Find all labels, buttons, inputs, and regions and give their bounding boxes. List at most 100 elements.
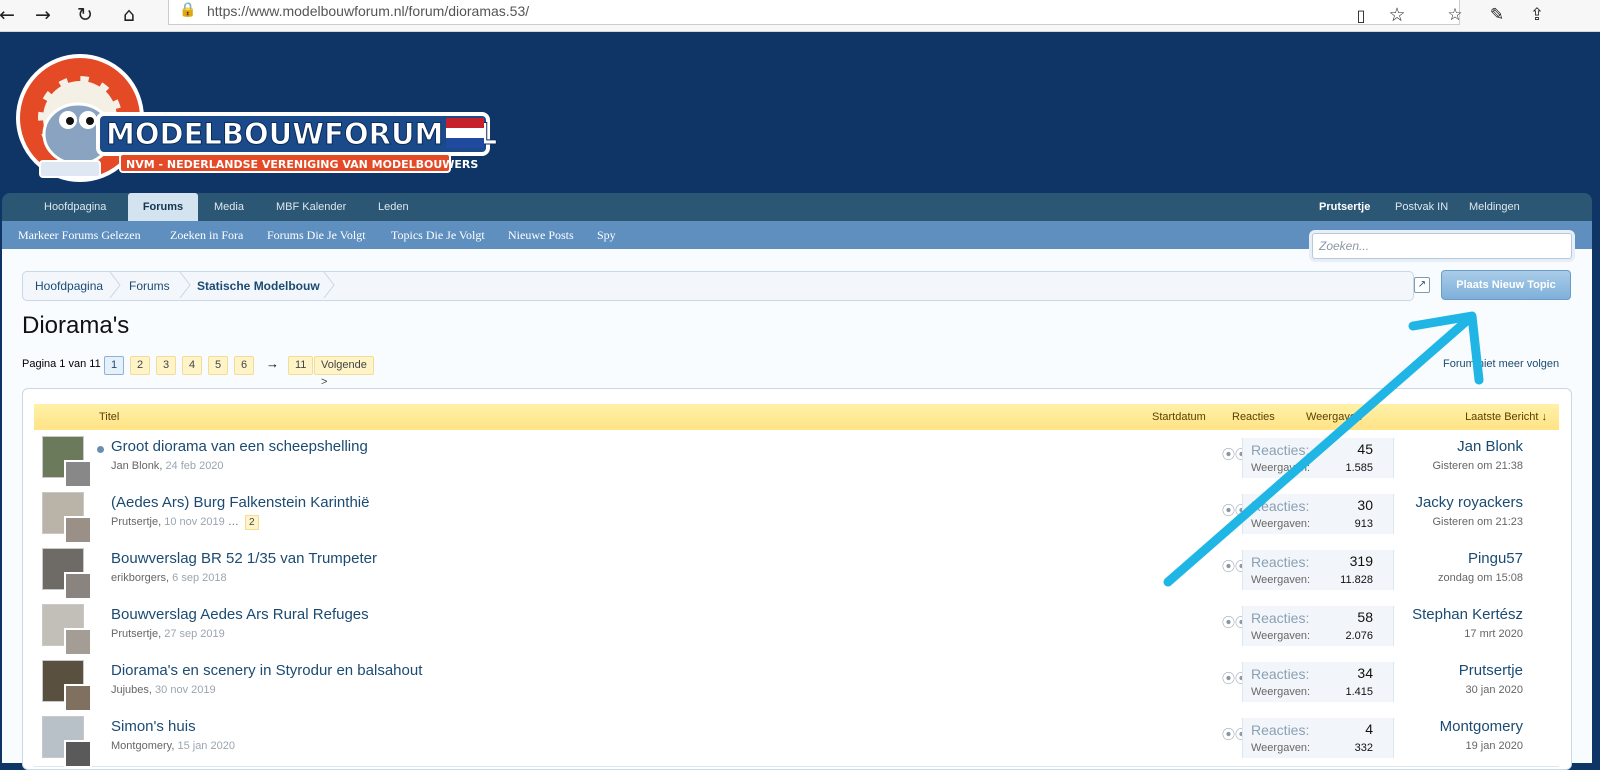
thread-meta: Jan Blonk, 24 feb 2020 bbox=[111, 460, 224, 472]
thread-stats: Reacties: 30 Weergaven: 913 bbox=[1242, 494, 1394, 534]
page-button-current[interactable]: 1 bbox=[104, 356, 125, 375]
breadcrumb-forums[interactable]: Forums bbox=[129, 272, 170, 300]
tab-home[interactable]: Hoofdpagina bbox=[44, 193, 106, 221]
thread-title-link[interactable]: Simon's huis bbox=[111, 718, 196, 735]
page-button-last[interactable]: 11 bbox=[288, 356, 314, 375]
page-button[interactable]: 4 bbox=[182, 356, 203, 375]
thread-meta: Montgomery, 15 jan 2020 bbox=[111, 740, 235, 752]
thread-author[interactable]: Jan Blonk bbox=[111, 460, 159, 472]
last-post-user[interactable]: Montgomery bbox=[1440, 718, 1523, 735]
user-menu[interactable]: Prutsertje bbox=[1319, 193, 1370, 221]
views-label: Weergaven: bbox=[1251, 630, 1311, 642]
search-input[interactable]: Zoeken... bbox=[1312, 233, 1572, 259]
watched-threads-link[interactable]: Topics Die Je Volgt bbox=[391, 221, 485, 249]
lock-icon: 🔒 bbox=[179, 2, 197, 18]
page-button[interactable]: 3 bbox=[156, 356, 177, 375]
tab-calendar[interactable]: MBF Kalender bbox=[276, 193, 346, 221]
last-poster-avatar[interactable] bbox=[64, 740, 92, 768]
thread-title-link[interactable]: Diorama's en scenery in Styrodur en bals… bbox=[111, 662, 422, 679]
home-icon[interactable]: ⌂ bbox=[114, 0, 144, 31]
spy-link[interactable]: Spy bbox=[597, 221, 616, 249]
breadcrumb-home[interactable]: Hoofdpagina bbox=[35, 272, 103, 300]
inbox-link[interactable]: Postvak IN bbox=[1395, 193, 1448, 221]
share-icon[interactable]: ⇪ bbox=[1522, 0, 1552, 31]
views-label: Weergaven: bbox=[1251, 686, 1311, 698]
thread-author[interactable]: Prutsertje bbox=[111, 628, 158, 640]
last-post-user[interactable]: Jacky royackers bbox=[1415, 494, 1523, 511]
thread-author[interactable]: Jujubes bbox=[111, 684, 149, 696]
breadcrumb: Hoofdpagina Forums Statische Modelbouw bbox=[22, 271, 1414, 301]
breadcrumb-separator bbox=[179, 272, 191, 298]
new-posts-link[interactable]: Nieuwe Posts bbox=[508, 221, 574, 249]
pagination-arrow: → bbox=[266, 356, 279, 371]
favorite-star-icon[interactable]: ☆ bbox=[1382, 0, 1412, 31]
last-post-time[interactable]: 17 mrt 2020 bbox=[1464, 628, 1523, 640]
alerts-link[interactable]: Meldingen bbox=[1469, 193, 1520, 221]
column-last-post[interactable]: Laatste Bericht ↓ bbox=[1465, 404, 1547, 430]
thread-author[interactable]: erikborgers bbox=[111, 572, 166, 584]
mark-read-link[interactable]: Markeer Forums Gelezen bbox=[18, 221, 141, 249]
thread-author[interactable]: Prutsertje bbox=[111, 516, 158, 528]
last-post-time[interactable]: 19 jan 2020 bbox=[1466, 740, 1524, 752]
refresh-icon[interactable]: ↻ bbox=[70, 0, 100, 31]
last-poster-avatar[interactable] bbox=[64, 516, 92, 544]
page-button[interactable]: 5 bbox=[208, 356, 229, 375]
thread-meta: Prutsertje, 27 sep 2019 bbox=[111, 628, 225, 640]
forward-icon[interactable]: → bbox=[28, 0, 58, 31]
thread-title-link[interactable]: Groot diorama van een scheepshelling bbox=[111, 438, 368, 455]
views-count: 332 bbox=[1354, 742, 1373, 754]
next-page-button[interactable]: Volgende > bbox=[314, 356, 374, 388]
tab-media[interactable]: Media bbox=[214, 193, 244, 221]
main-nav: Hoofdpagina Forums Media MBF Kalender Le… bbox=[2, 193, 1592, 221]
last-post-time[interactable]: 30 jan 2020 bbox=[1466, 684, 1524, 696]
views-count: 1.415 bbox=[1345, 686, 1373, 698]
last-post-user[interactable]: Pingu57 bbox=[1468, 550, 1523, 567]
search-placeholder: Zoeken... bbox=[1319, 239, 1370, 253]
thread-row: Bouwverslag BR 52 1/35 van Trumpeter eri… bbox=[34, 542, 1559, 600]
column-views[interactable]: Weergaven bbox=[1306, 404, 1362, 430]
last-post-time[interactable]: Gisteren om 21:23 bbox=[1433, 516, 1524, 528]
thread-title-link[interactable]: (Aedes Ars) Burg Falkenstein Karinthië bbox=[111, 494, 369, 511]
page-button[interactable]: 6 bbox=[234, 356, 255, 375]
page-button[interactable]: 2 bbox=[130, 356, 151, 375]
replies-label: Reacties: bbox=[1251, 554, 1310, 570]
column-title[interactable]: Titel bbox=[99, 404, 119, 430]
pen-icon[interactable]: ✎ bbox=[1482, 0, 1512, 31]
reading-view-icon[interactable]: ▯ bbox=[1346, 0, 1376, 31]
search-forums-link[interactable]: Zoeken in Fora bbox=[170, 221, 243, 249]
thread-title-link[interactable]: Bouwverslag BR 52 1/35 van Trumpeter bbox=[111, 550, 377, 567]
watched-forums-link[interactable]: Forums Die Je Volgt bbox=[267, 221, 366, 249]
popout-icon[interactable]: ↗ bbox=[1414, 277, 1430, 293]
last-post-user[interactable]: Stephan Kertész bbox=[1412, 606, 1523, 623]
thread-date: 24 feb 2020 bbox=[165, 460, 224, 472]
thread-author[interactable]: Montgomery bbox=[111, 740, 171, 752]
back-icon[interactable]: ← bbox=[0, 0, 22, 31]
last-post-user[interactable]: Jan Blonk bbox=[1457, 438, 1523, 455]
thread-row: (Aedes Ars) Burg Falkenstein Karinthië P… bbox=[34, 486, 1559, 544]
unread-dot-icon bbox=[97, 446, 104, 453]
tab-forums[interactable]: Forums bbox=[128, 193, 198, 221]
thread-page-link[interactable]: 2 bbox=[244, 515, 259, 530]
unfollow-forum-link[interactable]: Forum niet meer volgen bbox=[1443, 358, 1559, 370]
last-post-time[interactable]: Gisteren om 21:38 bbox=[1433, 460, 1524, 472]
favorites-list-icon[interactable]: ☆ bbox=[1440, 0, 1470, 31]
column-start-date[interactable]: Startdatum bbox=[1152, 404, 1206, 430]
thread-title-link[interactable]: Bouwverslag Aedes Ars Rural Refuges bbox=[111, 606, 369, 623]
thread-row: Diorama's en scenery in Styrodur en bals… bbox=[34, 654, 1559, 712]
address-bar[interactable]: 🔒 https://www.modelbouwforum.nl/forum/di… bbox=[168, 0, 1460, 25]
site-logo[interactable]: MODELBOUWFORUM.NL NVM - NEDERLANDSE VERE… bbox=[10, 46, 510, 196]
column-replies[interactable]: Reacties bbox=[1232, 404, 1275, 430]
last-poster-avatar[interactable] bbox=[64, 460, 92, 488]
new-topic-button[interactable]: Plaats Nieuw Topic bbox=[1441, 270, 1571, 300]
last-poster-avatar[interactable] bbox=[64, 684, 92, 712]
last-post-user[interactable]: Prutsertje bbox=[1459, 662, 1523, 679]
browser-toolbar: ← → ↻ ⌂ 🔒 https://www.modelbouwforum.nl/… bbox=[0, 0, 1600, 32]
views-label: Weergaven: bbox=[1251, 518, 1311, 530]
views-count: 2.076 bbox=[1345, 630, 1373, 642]
page-title: Diorama's bbox=[22, 312, 130, 339]
tab-members[interactable]: Leden bbox=[378, 193, 409, 221]
last-post-time[interactable]: zondag om 15:08 bbox=[1438, 572, 1523, 584]
last-poster-avatar[interactable] bbox=[64, 572, 92, 600]
breadcrumb-current[interactable]: Statische Modelbouw bbox=[197, 272, 320, 300]
last-poster-avatar[interactable] bbox=[64, 628, 92, 656]
